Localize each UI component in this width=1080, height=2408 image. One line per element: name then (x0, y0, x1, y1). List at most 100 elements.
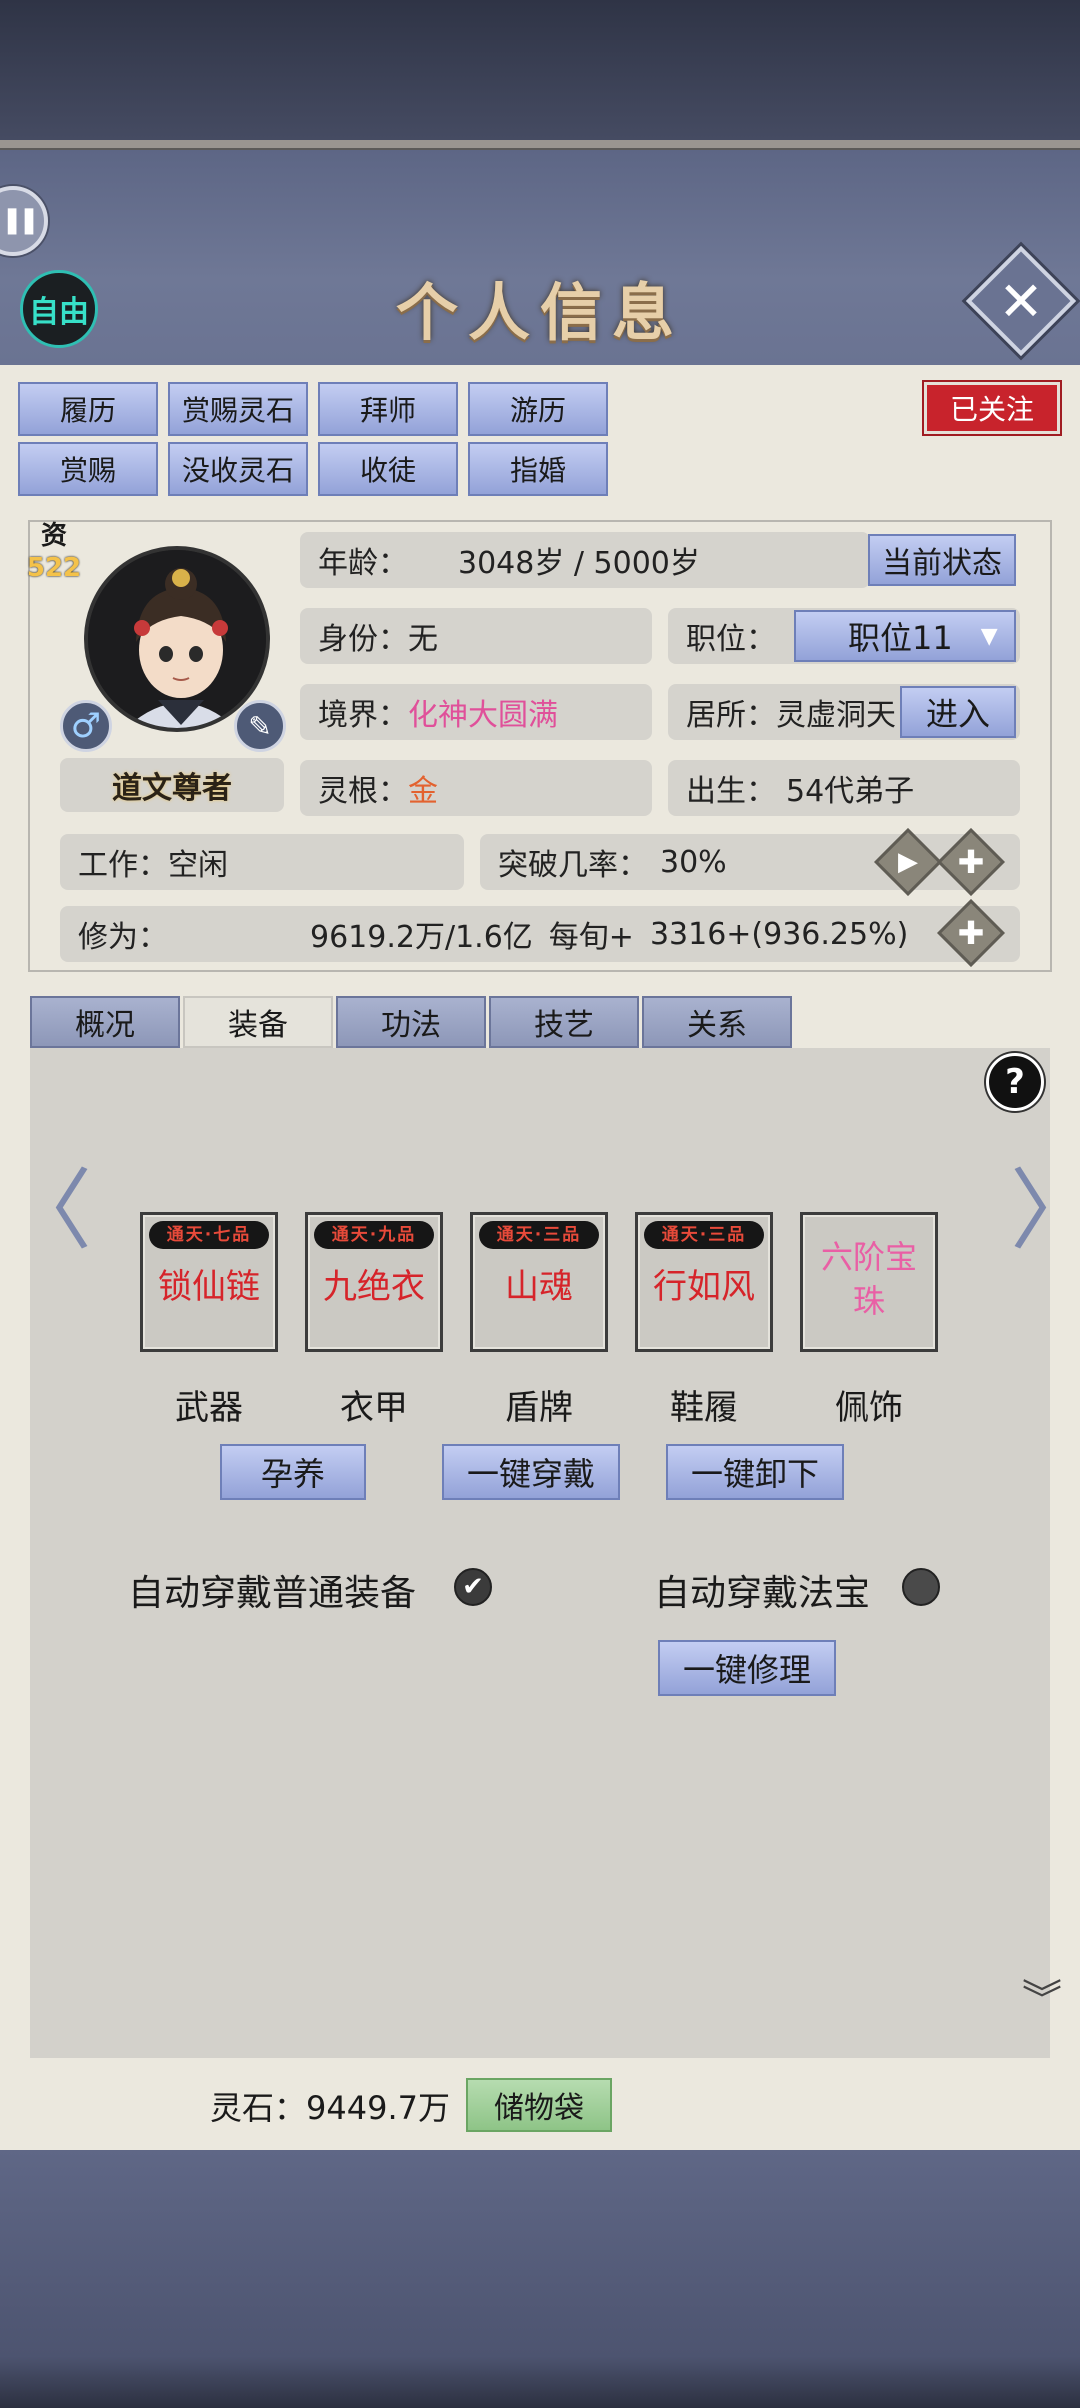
page-title: 个人信息 (395, 276, 684, 349)
equip-grade-tag: 通天·九品 (314, 1221, 434, 1249)
equip-grade-tag: 通天·三品 (644, 1221, 764, 1249)
male-gender-icon: ♂ (60, 700, 112, 752)
close-icon: ✕ (998, 269, 1044, 333)
breakthrough-label: 突破几率： (498, 848, 648, 883)
play-icon: ▶ (898, 847, 918, 877)
nurture-button[interactable]: 孕养 (220, 1444, 366, 1500)
equip-slot-accessory[interactable]: 六阶宝珠 (800, 1212, 938, 1352)
equipment-content (30, 1048, 1050, 2058)
birth-label: 出生： (686, 774, 776, 809)
resource-badge: 资 522 (26, 520, 82, 590)
realm-label: 境界： (318, 698, 408, 733)
slot-label-armor: 衣甲 (340, 1388, 408, 1428)
auto-wear-normal-checkbox[interactable]: ✔ (454, 1568, 492, 1606)
birth-value: 54代弟子 (786, 774, 915, 809)
birth-field: 出生： 54代弟子 (668, 760, 1020, 816)
take-disciple-button[interactable]: 收徒 (318, 442, 458, 496)
character-name: 道文尊者 (60, 758, 284, 812)
work-value: 空闲 (168, 848, 228, 883)
tab-skills[interactable]: 技艺 (489, 996, 639, 1048)
equip-name: 行如风 (653, 1267, 755, 1307)
auto-wear-normal-label: 自动穿戴普通装备 (128, 1573, 417, 1614)
equip-name: 九绝衣 (323, 1267, 425, 1307)
identity-value: 无 (408, 622, 438, 657)
top-band (0, 0, 1080, 145)
chevron-down-icon: ▼ (980, 623, 998, 649)
spirit-root-value: 金 (408, 774, 438, 809)
top-rail (0, 140, 1080, 150)
position-dropdown[interactable]: 职位11 ▼ (794, 610, 1016, 662)
storage-bag-button[interactable]: 储物袋 (466, 2078, 612, 2132)
position-value: 职位11 (848, 619, 953, 657)
prev-arrow-icon[interactable]: 〈 (4, 1140, 92, 1267)
plus-icon: ✚ (957, 843, 985, 881)
equip-grade-tag: 通天·七品 (149, 1221, 269, 1249)
tab-techniques[interactable]: 功法 (336, 996, 486, 1048)
check-icon: ✔ (462, 1572, 484, 1602)
age-label: 年龄： (318, 546, 408, 581)
equip-name: 山魂 (505, 1267, 573, 1307)
auto-wear-treasure-label: 自动穿戴法宝 (654, 1573, 871, 1614)
resource-label: 资 (40, 521, 67, 551)
edit-pen-icon[interactable]: ✎ (234, 700, 286, 752)
equip-slot-weapon[interactable]: 通天·七品 锁仙链 (140, 1212, 278, 1352)
equip-slot-armor[interactable]: 通天·九品 九绝衣 (305, 1212, 443, 1352)
collapse-chevron-icon[interactable]: ︾ (1010, 1980, 1074, 2060)
current-status-button[interactable]: 当前状态 (868, 534, 1016, 586)
identity-field: 身份： 无 (300, 608, 652, 664)
equip-slot-shield[interactable]: 通天·三品 山魂 (470, 1212, 608, 1352)
remove-all-button[interactable]: 一键卸下 (666, 1444, 844, 1500)
wear-all-button[interactable]: 一键穿戴 (442, 1444, 620, 1500)
reward-button[interactable]: 赏赐 (18, 442, 158, 496)
confiscate-stones-button[interactable]: 没收灵石 (168, 442, 308, 496)
plus-icon: ✚ (957, 914, 985, 952)
slot-label-accessory: 佩饰 (835, 1388, 903, 1428)
travel-button[interactable]: 游历 (468, 382, 608, 436)
arrange-marriage-button[interactable]: 指婚 (468, 442, 608, 496)
age-value: 3048岁 / 5000岁 (458, 546, 700, 581)
spirit-stones-label: 灵石：9449.7万 (210, 2089, 450, 2127)
auto-wear-treasure-checkbox[interactable] (902, 1568, 940, 1606)
tab-relations[interactable]: 关系 (642, 996, 792, 1048)
next-arrow-icon[interactable]: 〉 (1010, 1140, 1080, 1267)
history-button[interactable]: 履历 (18, 382, 158, 436)
equip-grade-tag: 通天·三品 (479, 1221, 599, 1249)
breakthrough-value: 30% (660, 844, 727, 880)
residence-value: 灵虚洞天 (776, 698, 896, 733)
bottom-band (0, 2150, 1080, 2408)
help-icon[interactable]: ? (986, 1053, 1044, 1111)
resource-value: 522 (26, 553, 82, 583)
equip-name: 六阶宝珠 (820, 1238, 917, 1320)
cultivation-value: 9619.2万/1.6亿 (310, 920, 533, 955)
residence-label: 居所： (686, 698, 776, 733)
repair-all-button[interactable]: 一键修理 (658, 1640, 836, 1696)
age-field: 年龄： 3048岁 / 5000岁 (300, 532, 870, 588)
tab-overview[interactable]: 概况 (30, 996, 180, 1048)
cultivation-field: 修为： 9619.2万/1.6亿 每旬+ 3316+(936.25%) (60, 906, 1020, 962)
avatar[interactable] (84, 546, 270, 732)
slot-label-weapon: 武器 (175, 1388, 243, 1428)
identity-label: 身份： (318, 622, 408, 657)
spirit-root-label: 灵根： (318, 774, 408, 809)
realm-field: 境界： 化神大圆满 (300, 684, 652, 740)
followed-badge[interactable]: 已关注 (924, 382, 1060, 434)
position-label: 职位： (686, 622, 776, 657)
equip-name: 锁仙链 (158, 1267, 260, 1307)
enter-residence-button[interactable]: 进入 (900, 686, 1016, 738)
free-mode-button[interactable]: 自由 (20, 270, 98, 348)
slot-label-shield: 盾牌 (505, 1388, 573, 1428)
reward-stones-button[interactable]: 赏赐灵石 (168, 382, 308, 436)
cultivation-label: 修为： (78, 920, 168, 955)
portrait-image (88, 550, 266, 728)
slot-label-boots: 鞋履 (670, 1388, 738, 1428)
realm-value: 化神大圆满 (408, 698, 558, 733)
spirit-root-field: 灵根： 金 (300, 760, 652, 816)
per-turn-value: 3316+(936.25%) (649, 916, 909, 952)
pause-icon: ▌▌ (8, 210, 42, 235)
equip-slot-boots[interactable]: 通天·三品 行如风 (635, 1212, 773, 1352)
per-turn-label: 每旬+ (548, 920, 634, 955)
tab-equipment[interactable]: 装备 (183, 996, 333, 1048)
work-field: 工作： 空闲 (60, 834, 464, 890)
apprentice-button[interactable]: 拜师 (318, 382, 458, 436)
work-label: 工作： (78, 848, 168, 883)
